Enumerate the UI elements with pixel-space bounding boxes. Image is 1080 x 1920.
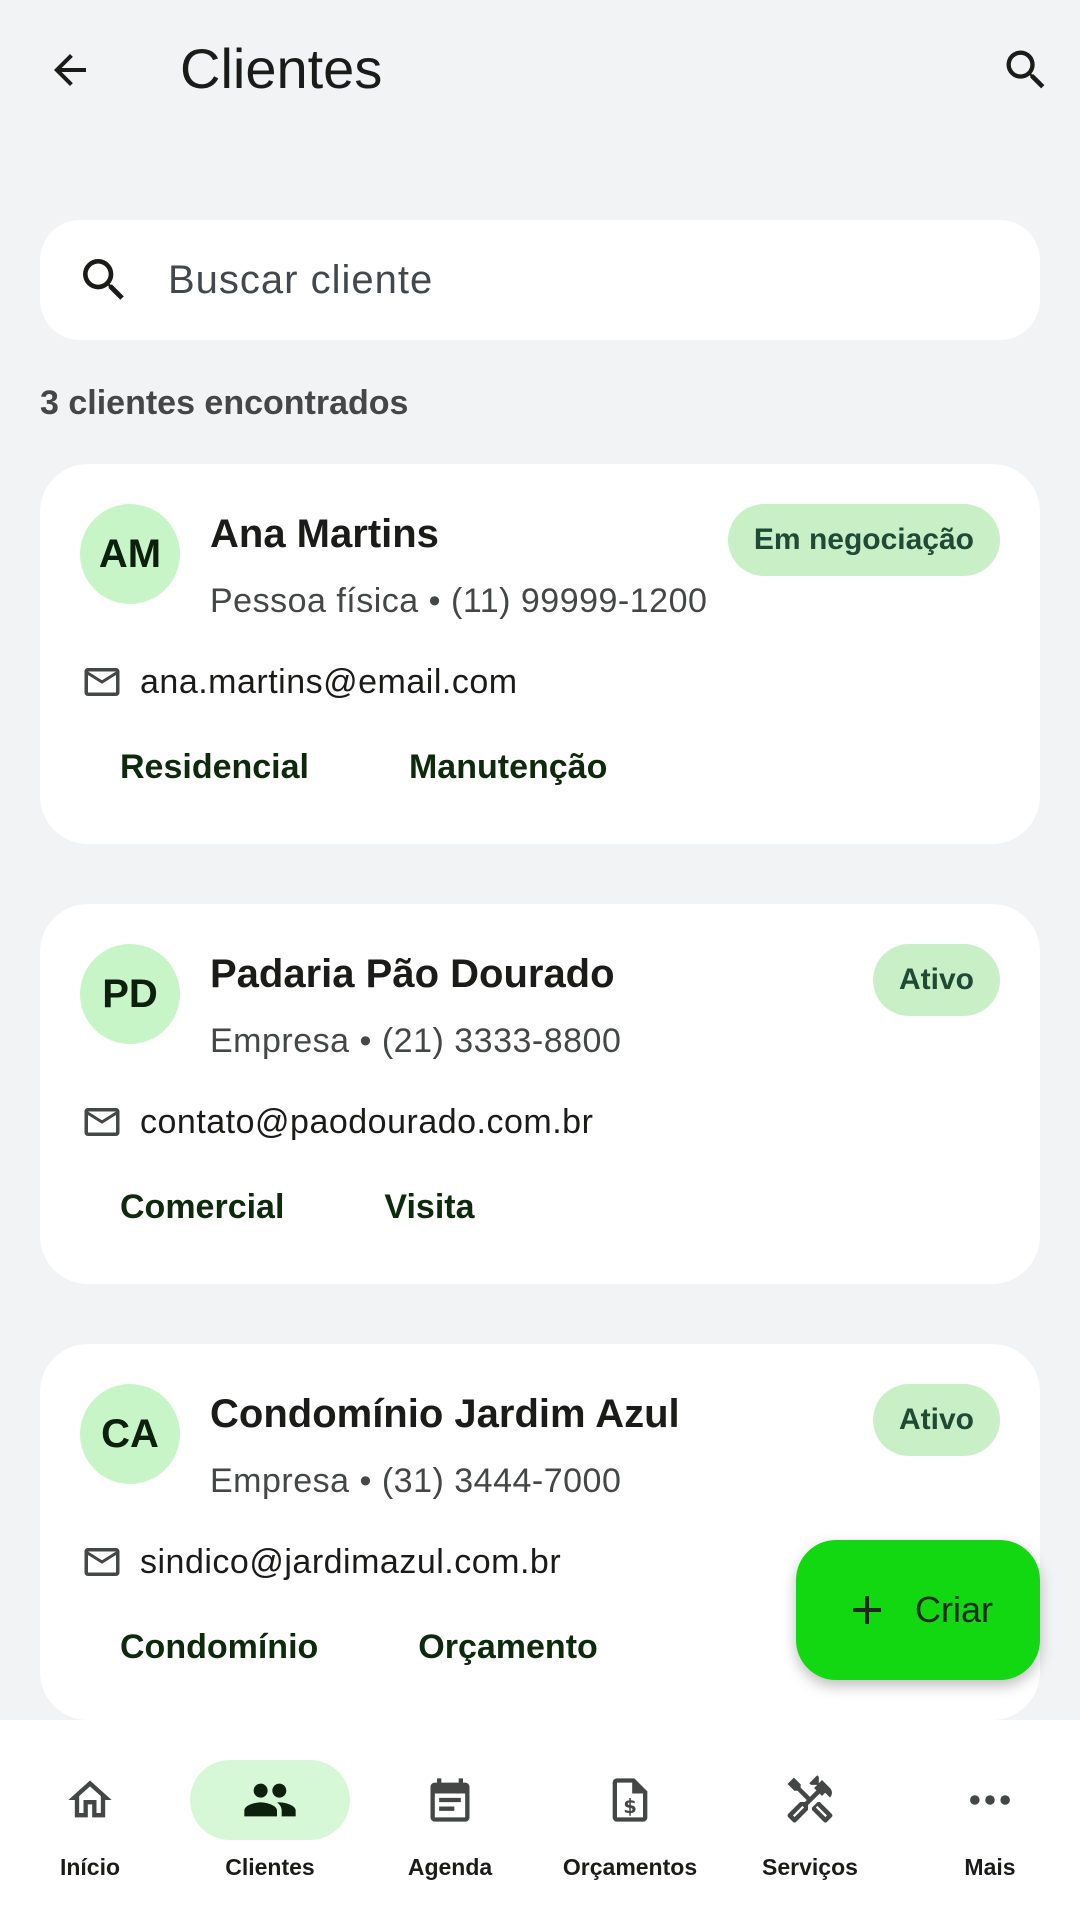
client-email: contato@paodourado.com.br [140, 1102, 594, 1141]
search-bar[interactable] [40, 220, 1040, 340]
nav-label: Mais [964, 1854, 1016, 1880]
avatar: PD [80, 944, 180, 1044]
nav-label: Início [59, 1854, 121, 1880]
tag: Visita [384, 1188, 475, 1226]
result-count: 3 clientes encontrados [40, 384, 409, 422]
search-button[interactable] [996, 40, 1056, 100]
client-card[interactable]: PD Padaria Pão Dourado Empresa • (21) 33… [40, 904, 1040, 1284]
tag-list: Condomínio Orçamento [120, 1628, 698, 1667]
tag-list: Residencial Manutenção [120, 748, 707, 787]
client-subtitle: Empresa • (31) 3444-7000 [210, 1462, 622, 1500]
fab-label: Criar [915, 1589, 993, 1630]
tag: Orçamento [418, 1628, 598, 1666]
more-icon [970, 1795, 1010, 1805]
search-icon [1006, 50, 1045, 89]
app-bar: Clientes [0, 0, 1080, 140]
email-row: sindico@jardimazul.com.br [80, 1540, 561, 1584]
people-icon [244, 1783, 296, 1817]
nav-item-clientes[interactable]: Clientes [180, 1720, 360, 1920]
nav-label: Agenda [407, 1854, 493, 1880]
nav-item-mais[interactable]: Mais [900, 1720, 1080, 1920]
page-title: Clientes [180, 37, 383, 100]
avatar: AM [80, 504, 180, 604]
search-input[interactable] [168, 257, 988, 303]
nav-item-agenda[interactable]: Agenda [360, 1720, 540, 1920]
nav-label: Serviços [762, 1854, 858, 1880]
status-badge: Ativo [873, 944, 1000, 1016]
client-name: Ana Martins [210, 512, 439, 556]
invoice-icon: $ [612, 1778, 648, 1822]
bottom-navigation: Início Clientes Agenda $ Orçamentos Serv… [0, 1720, 1080, 1920]
client-email: ana.martins@email.com [140, 662, 518, 701]
email-row: contato@paodourado.com.br [80, 1100, 593, 1144]
client-name: Condomínio Jardim Azul [210, 1392, 680, 1436]
nav-item-inicio[interactable]: Início [0, 1720, 180, 1920]
calendar-icon [430, 1778, 470, 1822]
client-subtitle: Pessoa física • (11) 99999-1200 [210, 582, 708, 620]
mail-icon [80, 660, 124, 704]
home-icon [68, 1780, 112, 1818]
nav-label: Clientes [225, 1854, 315, 1880]
back-button[interactable] [40, 40, 100, 100]
tag: Comercial [120, 1188, 285, 1226]
client-name: Padaria Pão Dourado [210, 952, 615, 996]
plus-icon [853, 1596, 881, 1624]
nav-label: Orçamentos [562, 1854, 698, 1880]
avatar: CA [80, 1384, 180, 1484]
status-badge: Em negociação [727, 504, 1000, 576]
email-row: ana.martins@email.com [80, 660, 518, 704]
client-subtitle: Empresa • (21) 3333-8800 [210, 1022, 622, 1060]
arrow-back-icon [54, 54, 86, 86]
tag: Condomínio [120, 1628, 319, 1666]
tools-icon [787, 1775, 833, 1823]
mail-icon [80, 1100, 124, 1144]
tag-list: Comercial Visita [120, 1188, 575, 1227]
status-badge: Ativo [873, 1384, 1000, 1456]
tag: Residencial [120, 748, 309, 786]
client-card[interactable]: AM Ana Martins Pessoa física • (11) 9999… [40, 464, 1040, 844]
create-client-fab[interactable]: Criar [796, 1540, 1040, 1680]
nav-item-servicos[interactable]: Serviços [720, 1720, 900, 1920]
nav-item-orcamentos[interactable]: $ Orçamentos [540, 1720, 720, 1920]
search-field-icon [64, 240, 144, 320]
tag: Manutenção [408, 748, 608, 786]
svg-text:$: $ [623, 1795, 637, 1818]
client-email: sindico@jardimazul.com.br [140, 1542, 562, 1581]
mail-icon [80, 1540, 124, 1584]
